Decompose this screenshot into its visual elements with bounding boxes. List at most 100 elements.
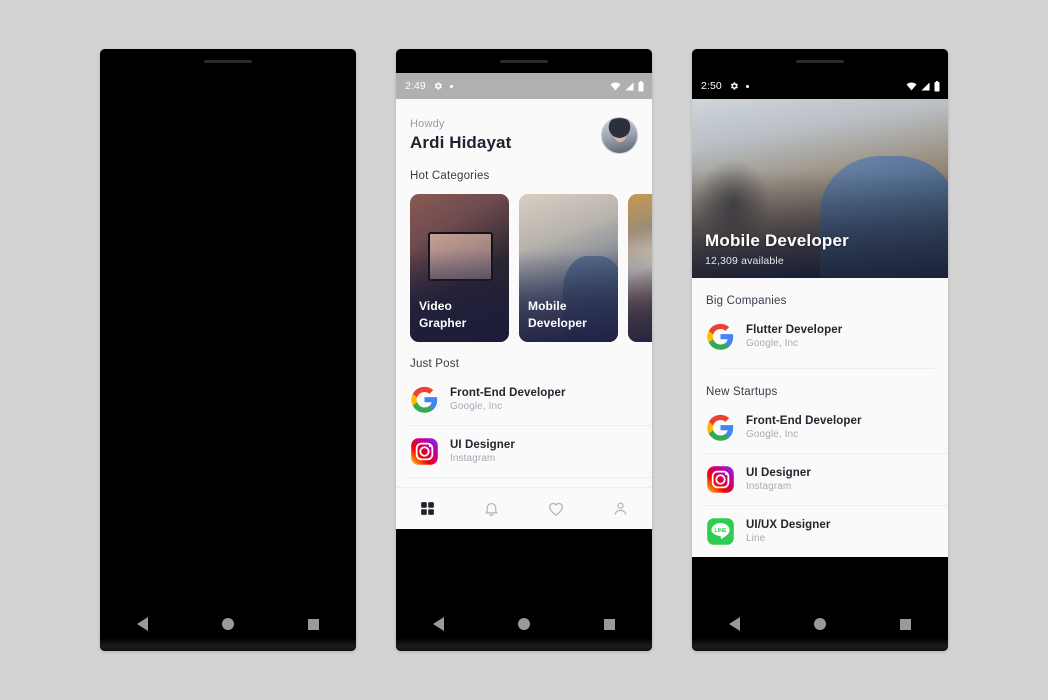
job-company: Line <box>746 533 766 545</box>
user-name: Ardi Hidayat <box>410 133 512 152</box>
section-divider <box>720 368 934 369</box>
heart-icon <box>548 502 563 516</box>
job-title: UI/UX Designer <box>746 518 831 531</box>
category-scrim <box>628 194 652 342</box>
greeting-label: Howdy <box>410 118 445 130</box>
wifi-icon <box>610 82 621 90</box>
category-label: Mobile Developer <box>528 299 587 330</box>
home-screen: 2:49 Howdy Ardi Hidayat Hot Categories V… <box>396 73 652 529</box>
phone-bezel-top <box>100 49 356 73</box>
phone-bezel-top <box>692 49 948 73</box>
bottom-tab-bar[interactable] <box>396 487 652 529</box>
job-text: Front-End Developer Google, Inc <box>450 387 566 413</box>
bell-icon <box>485 502 498 517</box>
dot-icon <box>449 84 453 88</box>
gear-icon <box>434 82 442 90</box>
phone-detail: 2:50 Mobile Developer 12,309 available B… <box>692 49 948 651</box>
earpiece-speaker <box>796 59 844 63</box>
home-body: Howdy Ardi Hidayat Hot Categories Video … <box>396 99 652 529</box>
google-logo <box>410 385 439 414</box>
new-startups-list: Front-End Developer Google, Inc UI Desig… <box>692 402 948 557</box>
signal-icon <box>625 81 634 91</box>
list-item[interactable]: LINE UI/UX Designer Line <box>706 505 948 557</box>
nav-recents-button[interactable] <box>584 616 634 632</box>
phone-bezel-top <box>396 49 652 73</box>
hot-categories-row[interactable]: Video Grapher Mobile Developer <box>396 182 652 342</box>
status-time: 2:50 <box>701 80 722 92</box>
job-text: UI Designer Instagram <box>746 467 811 493</box>
job-text: UI/UX Designer Line <box>746 519 830 545</box>
job-text: Flutter Developer Google, Inc <box>746 324 842 350</box>
svg-text:LINE: LINE <box>714 528 727 534</box>
nav-back-button[interactable] <box>414 616 464 632</box>
just-post-title: Just Post <box>410 358 460 370</box>
tab-favorites[interactable] <box>547 500 565 518</box>
category-hero: Mobile Developer 12,309 available <box>692 99 948 278</box>
job-title: Front-End Developer <box>450 386 566 399</box>
category-card-partial[interactable] <box>628 194 652 342</box>
person-icon <box>614 502 626 515</box>
google-logo <box>706 322 735 351</box>
wifi-icon <box>906 82 917 90</box>
category-card-videographer[interactable]: Video Grapher <box>410 194 509 342</box>
tab-profile[interactable] <box>612 500 629 517</box>
list-item[interactable]: Flutter Developer Google, Inc <box>692 311 948 362</box>
category-detail-screen: 2:50 Mobile Developer 12,309 available B… <box>692 73 948 557</box>
status-bar-right <box>906 80 940 92</box>
status-bar-right <box>610 80 644 92</box>
category-card-mobile-developer[interactable]: Mobile Developer <box>519 194 618 342</box>
tab-grid[interactable] <box>419 500 436 517</box>
list-item[interactable]: UI Designer Instagram <box>410 425 652 477</box>
battery-icon <box>638 80 644 91</box>
line-logo: LINE <box>706 517 735 546</box>
status-bar-home: 2:49 <box>396 73 652 99</box>
grid-icon <box>421 502 435 515</box>
earpiece-speaker <box>204 59 252 63</box>
list-item[interactable]: Front-End Developer Google, Inc <box>692 402 948 453</box>
android-nav-bar-1 <box>100 607 356 651</box>
nav-home-button[interactable] <box>203 616 253 632</box>
status-bar-detail: 2:50 <box>692 73 948 99</box>
status-bar-left: 2:50 <box>701 80 749 92</box>
gear-icon <box>730 82 738 90</box>
phone-home: 2:49 Howdy Ardi Hidayat Hot Categories V… <box>396 49 652 651</box>
job-company: Instagram <box>450 453 496 465</box>
job-company: Instagram <box>746 481 792 493</box>
job-company: Google, Inc <box>746 338 799 350</box>
list-item[interactable]: Front-End Developer Google, Inc <box>396 374 652 425</box>
nav-recents-button[interactable] <box>880 616 930 632</box>
job-title: UI Designer <box>450 438 516 451</box>
big-companies-title: Big Companies <box>706 295 787 307</box>
job-company: Google, Inc <box>746 429 799 441</box>
avatar[interactable] <box>601 117 638 154</box>
big-companies-list: Flutter Developer Google, Inc <box>692 311 948 362</box>
dot-icon <box>745 84 749 88</box>
instagram-logo <box>410 437 439 466</box>
nav-home-button[interactable] <box>795 616 845 632</box>
screenshot-canvas: 2:48 Build Your Next Future Career Like … <box>0 0 1048 700</box>
tab-notifications[interactable] <box>483 500 500 517</box>
hero-text: Mobile Developer 12,309 available <box>705 231 849 267</box>
battery-icon <box>934 80 940 91</box>
nav-recents-button[interactable] <box>288 616 338 632</box>
hot-categories-title: Hot Categories <box>410 170 490 182</box>
home-greeting-block: Howdy Ardi Hidayat <box>410 118 511 153</box>
nav-home-button[interactable] <box>499 616 549 632</box>
status-time: 2:49 <box>405 80 426 92</box>
home-header: Howdy Ardi Hidayat <box>396 99 652 154</box>
status-bar-left: 2:49 <box>405 80 453 92</box>
job-title: Front-End Developer <box>746 414 862 427</box>
job-company: Google, Inc <box>450 401 503 413</box>
list-item[interactable]: UI Designer Instagram <box>706 453 948 505</box>
nav-back-button[interactable] <box>710 616 760 632</box>
android-nav-bar-2 <box>396 607 652 651</box>
phone-onboarding: 2:48 Build Your Next Future Career Like … <box>100 49 356 651</box>
nav-back-button[interactable] <box>118 616 168 632</box>
android-nav-bar-3 <box>692 607 948 651</box>
hero-title: Mobile Developer <box>705 231 849 250</box>
hero-subtitle: 12,309 available <box>705 255 784 267</box>
new-startups-title: New Startups <box>706 386 778 398</box>
job-text: UI Designer Instagram <box>450 439 515 465</box>
job-title: UI Designer <box>746 466 812 479</box>
job-title: Flutter Developer <box>746 323 843 336</box>
